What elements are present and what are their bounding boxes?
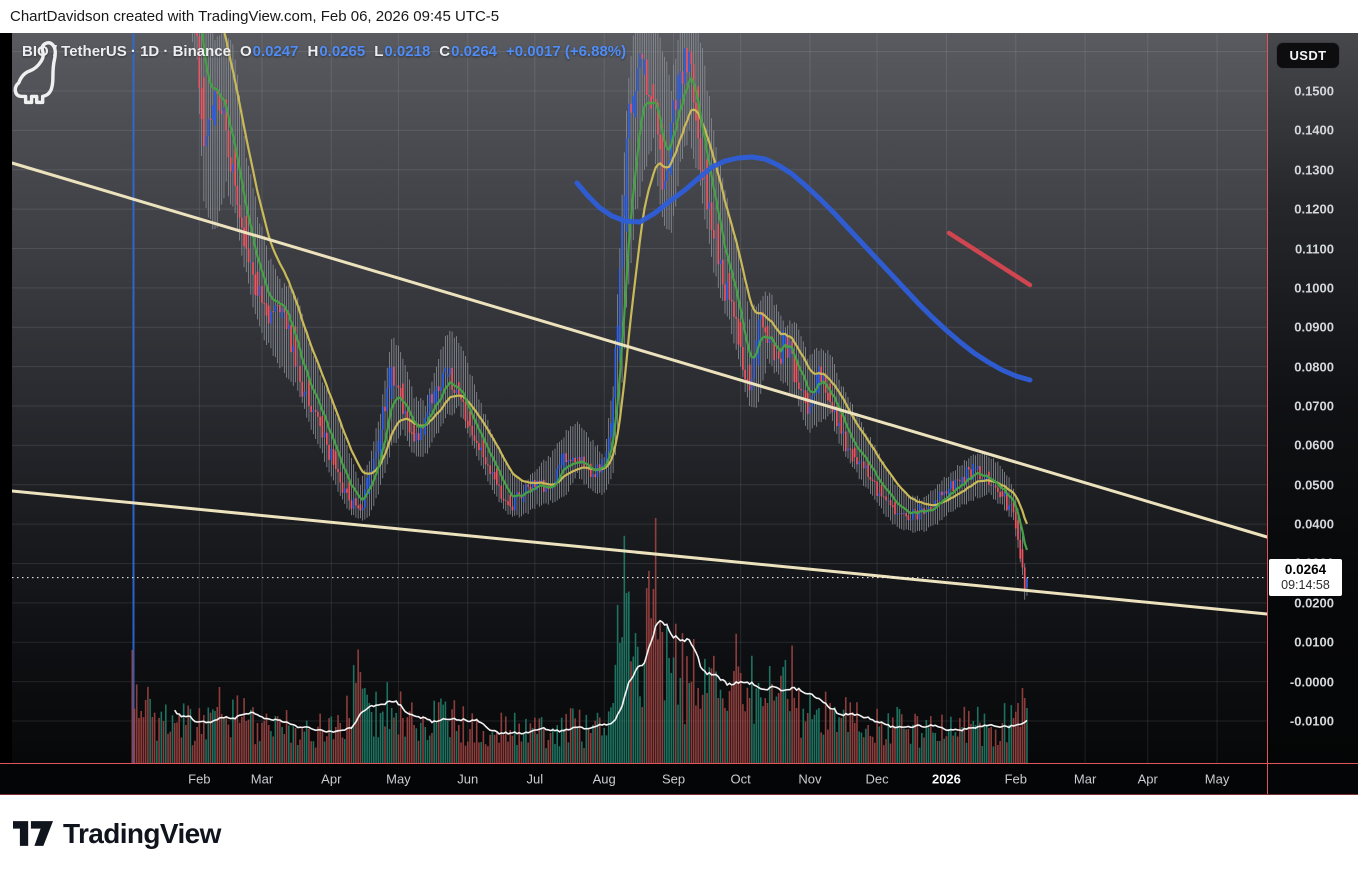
- footer-bar: TradingView: [0, 795, 1358, 872]
- time-axis-label: Feb: [188, 771, 211, 787]
- currency-toggle-button[interactable]: USDT: [1276, 42, 1340, 69]
- last-price-value: 0.0264: [1284, 561, 1327, 577]
- chart-canvas[interactable]: [12, 33, 1267, 763]
- chart-frame: BIO / TetherUS · 1D · Binance O 0.0247 H0…: [0, 33, 1358, 795]
- price-axis[interactable]: USDT 0.1500 0.1400 0.1300 0.1200 0.1100 0.100…: [1267, 33, 1358, 795]
- price-axis-label: 0.1200: [1294, 201, 1334, 217]
- time-axis-label: Oct: [730, 771, 751, 787]
- ohlc-high: H 0.0265: [307, 43, 366, 60]
- tradingview-logo-icon[interactable]: [13, 821, 53, 846]
- price-axis-label: 0.0200: [1294, 595, 1334, 611]
- price-axis-label: 0.0600: [1294, 437, 1334, 453]
- price-axis-label: 0.1100: [1294, 241, 1334, 257]
- price-axis-label: 0.1000: [1294, 280, 1334, 296]
- last-price-box: 0.0264 09:14:58: [1269, 558, 1342, 596]
- time-axis-label: Apr: [1137, 771, 1158, 787]
- time-axis-label: Aug: [592, 771, 616, 787]
- price-axis-label: 0.1300: [1294, 162, 1334, 178]
- price-axis-label: 0.1400: [1294, 122, 1334, 138]
- price-axis-label: 0.0500: [1294, 477, 1334, 493]
- time-axis-label: Sep: [661, 771, 686, 787]
- time-axis-label: May: [1204, 771, 1230, 787]
- time-axis-label: Mar: [1073, 771, 1097, 787]
- price-axis-label: 0.0100: [1294, 634, 1334, 650]
- time-axis[interactable]: Feb Mar Apr May Jun Jul Aug Sep Oct Nov Dec 2026 Feb…: [0, 763, 1358, 795]
- ohlc-close: C 0.0264: [439, 43, 498, 60]
- price-axis-label: 0.0900: [1294, 319, 1334, 335]
- axis-corner-line: [1267, 764, 1268, 794]
- ohlc-low: L 0.0218: [374, 43, 431, 60]
- price-axis-label: 0.1500: [1294, 83, 1334, 99]
- time-axis-label: Dec: [865, 771, 889, 787]
- price-axis-label: 0.0800: [1294, 359, 1334, 375]
- change-readout: +0.0017 (+6.88%): [506, 43, 627, 60]
- time-axis-label: Nov: [798, 771, 822, 787]
- bar-countdown: 09:14:58: [1281, 577, 1330, 592]
- symbol-legend[interactable]: BIO / TetherUS · 1D · Binance O 0.0247 H0…: [22, 43, 626, 60]
- tradingview-logo-text[interactable]: TradingView: [63, 818, 221, 850]
- time-axis-label: Jun: [457, 771, 479, 787]
- chart-pane[interactable]: BIO / TetherUS · 1D · Binance O 0.0247 H0…: [12, 33, 1267, 763]
- dino-sticker-icon: [13, 41, 57, 105]
- time-axis-label: Mar: [250, 771, 274, 787]
- price-axis-label: 0.0700: [1294, 398, 1334, 414]
- ohlc-open: O 0.0247: [239, 43, 299, 60]
- price-axis-label: -0.0100: [1289, 713, 1334, 729]
- price-axis-label: 0.0400: [1294, 516, 1334, 532]
- time-axis-label: Feb: [1004, 771, 1027, 787]
- price-axis-label: -0.0000: [1289, 674, 1334, 690]
- time-axis-label: Apr: [321, 771, 342, 787]
- time-axis-label: May: [386, 771, 411, 787]
- attribution-text: ChartDavidson created with TradingView.c…: [10, 8, 500, 25]
- attribution-bar: ChartDavidson created with TradingView.c…: [0, 0, 1358, 33]
- time-axis-label: 2026: [931, 771, 961, 787]
- time-axis-label: Jul: [526, 771, 544, 787]
